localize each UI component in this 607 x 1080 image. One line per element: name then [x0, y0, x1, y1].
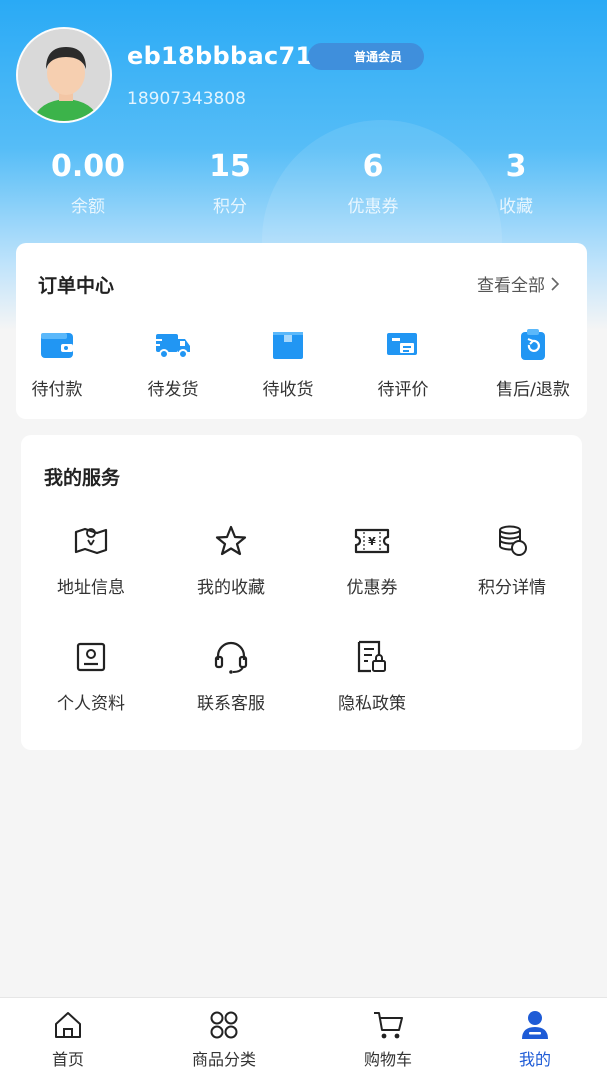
avatar[interactable]: [16, 27, 112, 123]
service-privacy-policy[interactable]: 隐私政策: [302, 637, 442, 714]
tab-label: 商品分类: [191, 1050, 256, 1069]
service-address[interactable]: 地址信息: [21, 521, 161, 598]
headset-icon: [211, 637, 251, 677]
tab-home[interactable]: 首页: [0, 1008, 144, 1070]
privacy-doc-icon: [352, 637, 392, 677]
service-points[interactable]: 积分详情: [442, 521, 582, 598]
stat-points[interactable]: 15 积分: [160, 148, 300, 217]
tab-cart[interactable]: 购物车: [312, 1008, 464, 1070]
member-badge: 普通会员: [308, 43, 424, 70]
service-favorites[interactable]: 我的收藏: [161, 521, 301, 598]
service-profile[interactable]: 个人资料: [21, 637, 161, 714]
home-icon: [51, 1008, 85, 1042]
package-icon: [268, 325, 308, 365]
service-label: 我的收藏: [197, 578, 265, 598]
order-center-card: 订单中心 查看全部 待付款 待发货 待收货 待评价 售后/退款: [16, 243, 587, 419]
tab-label: 购物车: [363, 1050, 412, 1069]
stat-value: 0.00: [50, 149, 126, 184]
truck-icon: [153, 325, 193, 365]
category-icon: [207, 1008, 241, 1042]
order-pending-review[interactable]: 待评价: [348, 325, 458, 400]
user-icon: [518, 1008, 552, 1042]
stat-value: 3: [505, 149, 527, 184]
svg-text:¥: ¥: [368, 535, 376, 548]
cart-icon: [371, 1008, 405, 1042]
stat-balance[interactable]: 0.00 余额: [18, 148, 158, 217]
order-item-label: 待收货: [262, 380, 314, 400]
service-label: 优惠券: [346, 578, 398, 598]
username: eb18bbbac717: [127, 42, 330, 70]
order-item-label: 售后/退款: [496, 380, 570, 400]
service-label: 联系客服: [197, 694, 265, 714]
star-icon: [211, 521, 251, 561]
stat-label: 积分: [213, 197, 247, 217]
tab-category[interactable]: 商品分类: [148, 1008, 300, 1070]
stat-label: 收藏: [499, 197, 533, 217]
service-customer-support[interactable]: 联系客服: [161, 637, 301, 714]
tab-label: 首页: [51, 1050, 84, 1069]
bottom-tab-bar: 首页 商品分类 购物车 我的: [0, 997, 607, 1080]
order-pending-receipt[interactable]: 待收货: [233, 325, 343, 400]
stat-label: 余额: [71, 197, 105, 217]
service-label: 个人资料: [57, 694, 125, 714]
tab-profile[interactable]: 我的: [459, 1008, 607, 1070]
account-stats: 0.00 余额 15 积分 6 优惠券 3 收藏: [0, 148, 607, 228]
service-label: 隐私政策: [338, 694, 406, 714]
order-item-label: 待发货: [147, 380, 199, 400]
stat-favorites[interactable]: 3 收藏: [446, 148, 586, 217]
review-icon: [383, 325, 423, 365]
coins-icon: [492, 521, 532, 561]
tab-label: 我的: [518, 1050, 551, 1069]
order-pending-shipment[interactable]: 待发货: [118, 325, 228, 400]
order-pending-payment[interactable]: 待付款: [2, 325, 112, 400]
my-services-card: 我的服务 地址信息 我的收藏 ¥ 优惠券 积分详情 个人资料 联系客服 隐私政策: [21, 435, 582, 750]
view-all-orders-link[interactable]: 查看全部: [477, 271, 561, 296]
stat-label: 优惠券: [347, 197, 399, 217]
service-label: 地址信息: [57, 578, 125, 598]
refund-icon: [513, 325, 553, 365]
map-icon: [71, 521, 111, 561]
service-coupons[interactable]: ¥ 优惠券: [302, 521, 442, 598]
chevron-right-icon: [551, 276, 560, 291]
order-item-label: 待付款: [31, 380, 83, 400]
stat-value: 6: [362, 149, 384, 184]
wallet-icon: [37, 325, 77, 365]
service-label: 积分详情: [478, 578, 546, 598]
services-title: 我的服务: [44, 467, 121, 489]
view-all-label: 查看全部: [477, 276, 545, 296]
stat-coupons[interactable]: 6 优惠券: [303, 148, 443, 217]
order-center-title: 订单中心: [38, 275, 115, 297]
profile-card-icon: [71, 637, 111, 677]
order-item-label: 待评价: [377, 380, 429, 400]
stat-value: 15: [209, 149, 251, 184]
ticket-icon: ¥: [352, 521, 392, 561]
order-after-sales[interactable]: 售后/退款: [478, 325, 588, 400]
user-avatar-icon: [18, 29, 110, 121]
phone-number: 18907343808: [127, 89, 246, 109]
